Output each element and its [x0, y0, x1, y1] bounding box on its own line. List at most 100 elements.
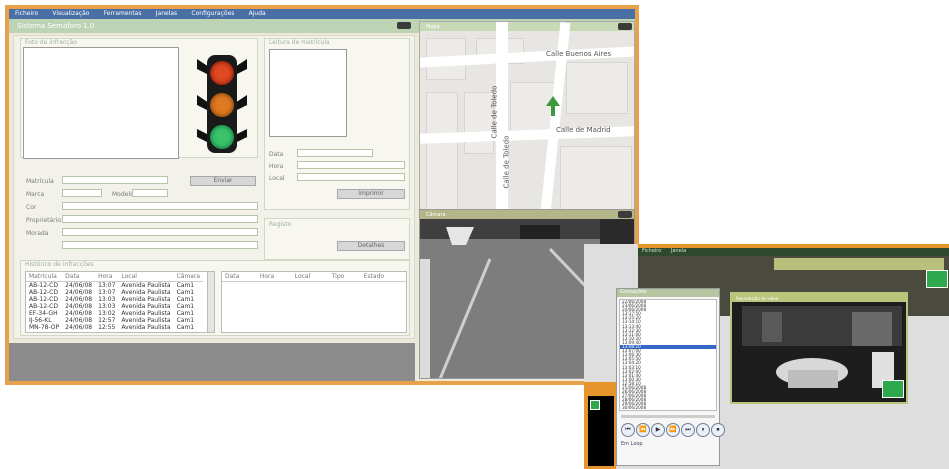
history-scrollbar[interactable]: [207, 272, 214, 332]
list-item[interactable]: 30/06/2008: [620, 406, 716, 410]
col-time[interactable]: Hora: [95, 272, 119, 282]
history-group: Histórico de infracções Matrícula Data H…: [20, 260, 410, 336]
table-cell: Cam1: [176, 310, 195, 317]
player-control-icon[interactable]: ⏭: [681, 423, 695, 437]
details-button[interactable]: Detalhes: [337, 241, 405, 251]
player-control-icon[interactable]: ⏮: [621, 423, 635, 437]
recordings-panel: Gravações 22/06/2008 23/06/2008 24/06/2008…: [616, 288, 725, 466]
model-label: Modelo: [112, 191, 134, 198]
col-d-location[interactable]: Local: [291, 272, 329, 282]
plate-group: Leitura de matrícula Data Hora Local Imp…: [264, 38, 410, 210]
close-icon[interactable]: [397, 22, 411, 29]
table-row[interactable]: AB-12-CD 24/06/08 13:07 Avenida Paulista Cam…: [26, 282, 203, 289]
player-control-icon[interactable]: ⏪: [636, 423, 650, 437]
menu-item-settings[interactable]: Configurações: [185, 9, 240, 18]
col-d-date[interactable]: Data: [222, 272, 257, 282]
menu-item-view[interactable]: Visualização: [46, 9, 95, 18]
menu-item-help[interactable]: Ajuda: [243, 9, 272, 18]
street-label: Calle de Toledo: [490, 85, 499, 139]
color-label: Cor: [26, 204, 37, 211]
red-lamp: [210, 61, 234, 85]
table-cell: 24/06/08: [65, 282, 93, 289]
map-titlebar: Mapa: [420, 22, 634, 31]
table-cell: 24/06/08: [65, 324, 93, 331]
table-cell: Cam1: [176, 282, 195, 289]
table-cell: Cam1: [176, 317, 195, 324]
time-field[interactable]: [297, 161, 405, 169]
location-marker-icon[interactable]: [544, 96, 562, 118]
col-camera[interactable]: Câmara: [173, 272, 204, 282]
owner-field[interactable]: [62, 215, 258, 223]
table-cell: Avenida Paulista: [121, 317, 171, 324]
table-cell: Avenida Paulista: [121, 289, 171, 296]
menu-item-windows[interactable]: Janelas: [150, 9, 183, 18]
table-cell: AB-12-CD: [29, 296, 58, 303]
recordings-list[interactable]: 22/06/2008 23/06/2008 24/06/2008 13:17:50 13…: [619, 299, 717, 411]
table-cell: Cam1: [176, 289, 195, 296]
menu-item-tools[interactable]: Ferramentas: [98, 9, 148, 18]
detail-table: Data Hora Local Tipo Estado: [221, 271, 407, 333]
table-cell: Cam1: [176, 296, 195, 303]
table-cell: 13:07: [98, 289, 116, 296]
table-cell: 12:55: [98, 324, 116, 331]
send-button[interactable]: Enviar: [190, 176, 256, 186]
map-close-icon[interactable]: [618, 23, 632, 30]
register-group: Registo Detalhes: [264, 218, 410, 260]
status-badge: [926, 270, 948, 288]
main-window: Ficheiro Visualização Ferramentas Janela…: [5, 5, 639, 385]
table-cell: Avenida Paulista: [121, 324, 171, 331]
camera-close-icon[interactable]: [618, 211, 632, 218]
player-control-icon[interactable]: ▶: [651, 423, 665, 437]
table-cell: IJ-56-KL: [29, 317, 52, 324]
table-row[interactable]: AB-12-CD 24/06/08 13:07 Avenida Paulista Cam…: [26, 289, 203, 296]
date-field[interactable]: [297, 149, 373, 157]
player-control-icon[interactable]: ⏹: [711, 423, 725, 437]
col-d-status[interactable]: Estado: [360, 272, 406, 282]
table-cell: 13:07: [98, 282, 116, 289]
owner-label: Proprietário: [26, 217, 61, 224]
table-cell: Cam1: [176, 324, 195, 331]
traffic-light-icon: [187, 51, 257, 155]
address-field[interactable]: [62, 228, 258, 236]
player-title: Reprodução de vídeo: [736, 296, 779, 301]
bottom-strip: [9, 343, 415, 381]
col-date[interactable]: Data: [62, 272, 96, 282]
table-row[interactable]: IJ-56-KL 24/06/08 12:57 Avenida Paulista Cam…: [26, 317, 203, 324]
player-control-icon[interactable]: ⏸: [696, 423, 710, 437]
plate-field[interactable]: [62, 176, 168, 184]
table-row[interactable]: EF-34-GH 24/06/08 13:02 Avenida Paulista Cam…: [26, 310, 203, 317]
timeline-slider[interactable]: [621, 415, 715, 418]
table-row[interactable]: AB-12-CD 24/06/08 13:03 Avenida Paulista Cam…: [26, 296, 203, 303]
menu-item-window[interactable]: Janela: [667, 248, 690, 254]
loop-checkbox[interactable]: Em Loop: [621, 441, 643, 447]
menu-item-file[interactable]: Ficheiro: [638, 248, 665, 254]
plate-label: Matrícula: [26, 178, 54, 185]
model-field[interactable]: [132, 189, 168, 197]
player-control-icon[interactable]: ⏩: [666, 423, 680, 437]
brand-field[interactable]: [62, 189, 102, 197]
table-cell: AB-12-CD: [29, 282, 58, 289]
table-cell: 12:57: [98, 317, 116, 324]
print-button[interactable]: Imprimir: [337, 189, 405, 199]
table-cell: AB-12-CD: [29, 289, 58, 296]
color-field[interactable]: [62, 202, 258, 210]
table-cell: 24/06/08: [65, 303, 93, 310]
table-cell: 13:02: [98, 310, 116, 317]
table-row[interactable]: AB-12-CD 24/06/08 13:03 Avenida Paulista Cam…: [26, 303, 203, 310]
location-field[interactable]: [297, 173, 405, 181]
menu-item-file[interactable]: Ficheiro: [9, 9, 44, 18]
green-lamp: [210, 125, 234, 149]
photo-group-label: Foto da infracção: [25, 39, 77, 46]
col-d-type[interactable]: Tipo: [328, 272, 361, 282]
map-window: Mapa Calle Buenos Aires Calle de Toledo …: [419, 21, 635, 217]
col-plate[interactable]: Matrícula: [26, 272, 63, 282]
address-label: Morada: [26, 230, 49, 237]
address-field-2[interactable]: [62, 241, 258, 249]
amber-lamp: [210, 93, 234, 117]
table-row[interactable]: MN-78-OP 24/06/08 12:55 Avenida Paulista Cam…: [26, 324, 203, 331]
brand-label: Marca: [26, 191, 45, 198]
player-titlebar: Reprodução de vídeo: [732, 294, 906, 302]
col-d-time[interactable]: Hora: [256, 272, 292, 282]
location-label: Local: [269, 175, 285, 182]
col-location[interactable]: Local: [118, 272, 174, 282]
